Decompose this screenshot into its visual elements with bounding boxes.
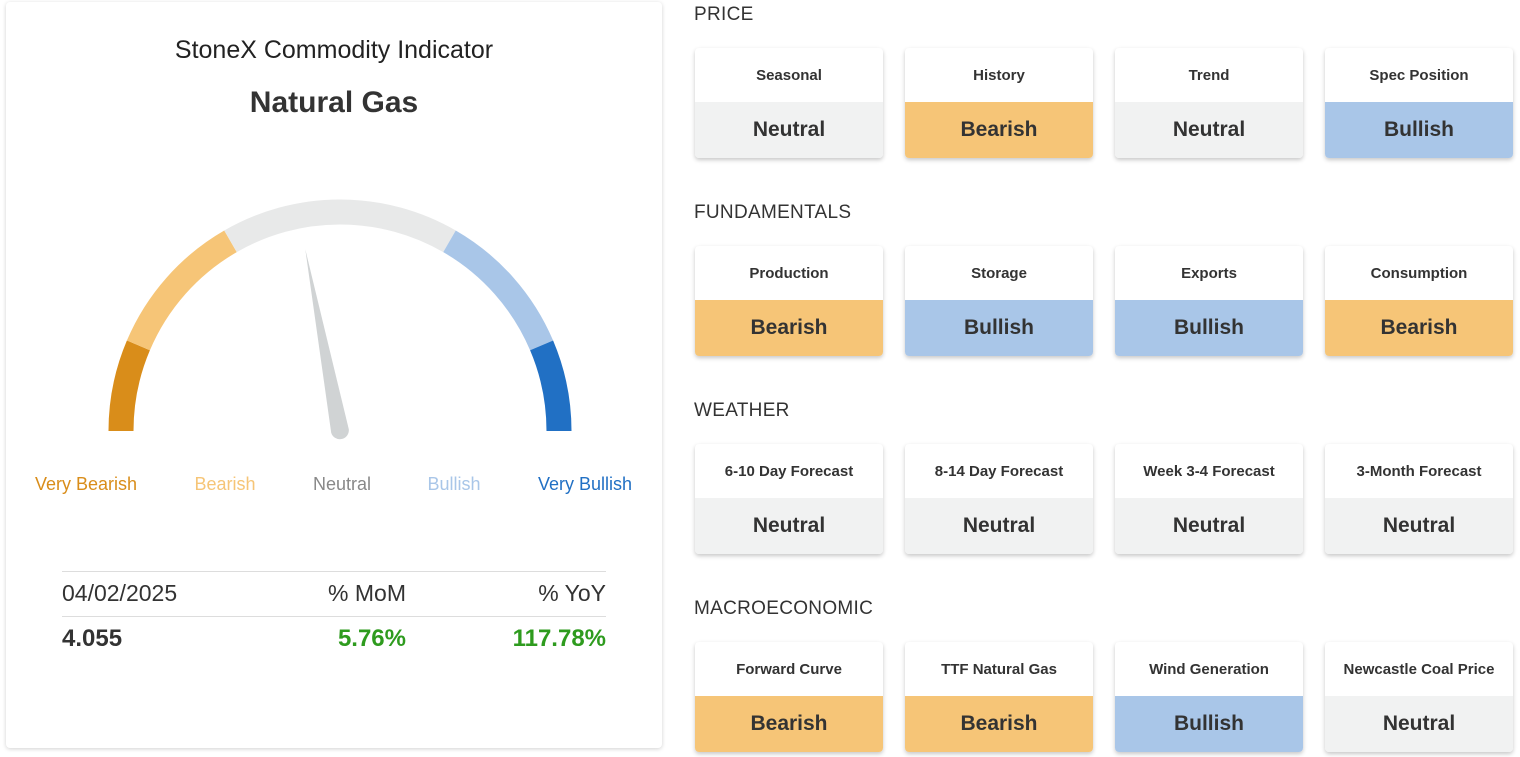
price-stats: 04/02/2025 % MoM % YoY 4.055 5.76% 117.7…: [62, 571, 606, 661]
tile-3-month-forecast[interactable]: 3-Month Forecast Neutral: [1325, 444, 1513, 554]
tile-label: Trend: [1188, 66, 1230, 84]
tile-label: 3-Month Forecast: [1356, 462, 1482, 480]
tile-label: Wind Generation: [1149, 660, 1269, 678]
tile-status: Bullish: [1115, 300, 1303, 356]
tile-production[interactable]: Production Bearish: [695, 246, 883, 356]
gauge-label-very-bearish: Very Bearish: [34, 474, 138, 494]
gauge-segment-bullish: [443, 230, 554, 351]
tile-status: Bearish: [905, 696, 1093, 752]
tile-label: 6-10 Day Forecast: [724, 462, 854, 480]
tile-status: Bearish: [905, 102, 1093, 158]
tile-label: Spec Position: [1369, 66, 1469, 84]
gauge-needle: [305, 249, 349, 440]
tile-status: Bullish: [1115, 696, 1303, 752]
gauge-segment-very-bullish: [530, 340, 572, 432]
tile-label: Exports: [1181, 264, 1237, 282]
tile-trend[interactable]: Trend Neutral: [1115, 48, 1303, 158]
tile-status: Neutral: [1325, 696, 1513, 752]
tile-status: Bullish: [905, 300, 1093, 356]
stats-yoy-value: 117.78%: [512, 625, 606, 652]
tile-label: TTF Natural Gas: [941, 660, 1057, 678]
gauge-label-neutral: Neutral: [312, 474, 372, 494]
section-title-weather: WEATHER: [694, 400, 790, 421]
gauge-label-bullish: Bullish: [427, 474, 481, 494]
tile-consumption[interactable]: Consumption Bearish: [1325, 246, 1513, 356]
stats-value-row: 4.055 5.76% 117.78%: [62, 617, 606, 661]
tile-storage[interactable]: Storage Bullish: [905, 246, 1093, 356]
tile-newcastle-coal-price[interactable]: Newcastle Coal Price Neutral: [1325, 642, 1513, 752]
gauge-label-very-bullish: Very Bullish: [537, 474, 633, 494]
gauge-label-bearish: Bearish: [194, 474, 256, 494]
tile-label: Week 3-4 Forecast: [1143, 462, 1275, 480]
tile-ttf-natural-gas[interactable]: TTF Natural Gas Bearish: [905, 642, 1093, 752]
tile-status: Bearish: [695, 300, 883, 356]
tile-week-3-4-forecast[interactable]: Week 3-4 Forecast Neutral: [1115, 444, 1303, 554]
tile-wind-generation[interactable]: Wind Generation Bullish: [1115, 642, 1303, 752]
section-title-fundamentals: FUNDAMENTALS: [694, 202, 852, 223]
stats-header-row: 04/02/2025 % MoM % YoY: [62, 571, 606, 617]
tile-label: History: [973, 66, 1025, 84]
section-title-macroeconomic: MACROECONOMIC: [694, 598, 874, 619]
tile-6-10-day-forecast[interactable]: 6-10 Day Forecast Neutral: [695, 444, 883, 554]
tile-history[interactable]: History Bearish: [905, 48, 1093, 158]
indicator-card: StoneX Commodity Indicator Natural Gas V…: [6, 2, 662, 748]
stats-date: 04/02/2025: [62, 580, 178, 606]
tile-status: Neutral: [1115, 498, 1303, 554]
tile-status: Neutral: [695, 102, 883, 158]
tile-label: Consumption: [1370, 264, 1468, 282]
tile-label: 8-14 Day Forecast: [934, 462, 1064, 480]
tile-seasonal[interactable]: Seasonal Neutral: [695, 48, 883, 158]
gauge-segment-neutral: [224, 199, 456, 253]
tile-label: Storage: [971, 264, 1027, 282]
tile-status: Neutral: [905, 498, 1093, 554]
sentiment-gauge: [108, 199, 572, 440]
stats-mom-value: 5.76%: [337, 625, 406, 652]
stats-mom-label: % MoM: [328, 580, 406, 606]
stats-yoy-label: % YoY: [538, 580, 606, 606]
gauge-labels: Very Bearish Bearish Neutral Bullish Ver…: [6, 474, 662, 498]
tile-label: Seasonal: [756, 66, 822, 84]
gauge-segment-bearish: [126, 230, 237, 351]
tile-forward-curve[interactable]: Forward Curve Bearish: [695, 642, 883, 752]
section-title-price: PRICE: [694, 4, 754, 25]
tile-status: Bullish: [1325, 102, 1513, 158]
tile-exports[interactable]: Exports Bullish: [1115, 246, 1303, 356]
tile-status: Bearish: [1325, 300, 1513, 356]
tile-status: Bearish: [695, 696, 883, 752]
tile-spec-position[interactable]: Spec Position Bullish: [1325, 48, 1513, 158]
tile-8-14-day-forecast[interactable]: 8-14 Day Forecast Neutral: [905, 444, 1093, 554]
tile-label: Production: [749, 264, 829, 282]
tile-label: Newcastle Coal Price: [1343, 660, 1495, 678]
gauge-segment-very-bearish: [108, 340, 150, 432]
tile-status: Neutral: [1325, 498, 1513, 554]
tile-status: Neutral: [695, 498, 883, 554]
stats-price: 4.055: [62, 625, 123, 652]
tile-status: Neutral: [1115, 102, 1303, 158]
tile-label: Forward Curve: [736, 660, 842, 678]
